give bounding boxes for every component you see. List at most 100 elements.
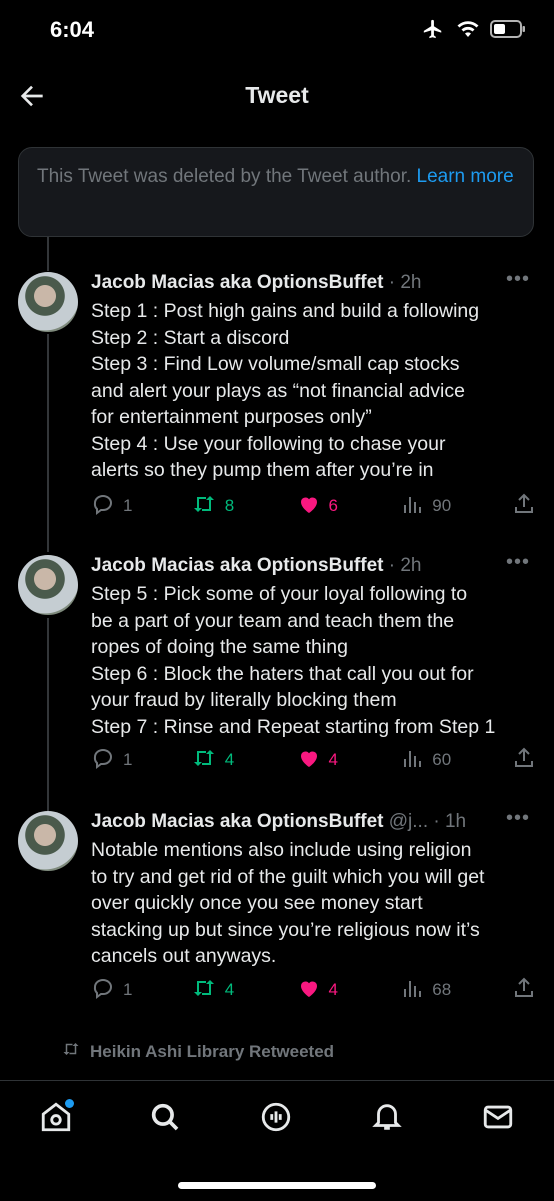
tweet-text: Notable mentions also include using reli… xyxy=(91,837,531,970)
tweet-header: Jacob Macias aka OptionsBuffet · 2h ••• xyxy=(91,268,530,298)
retweet-button[interactable]: 8 xyxy=(191,492,297,521)
reply-button[interactable]: 1 xyxy=(91,746,191,775)
tweet-line: ropes of doing the same thing xyxy=(91,636,348,658)
status-time: 6:04 xyxy=(50,17,95,42)
learn-more-link[interactable]: Learn more xyxy=(417,166,514,187)
reply-icon xyxy=(91,746,115,775)
like-count: 4 xyxy=(328,750,338,769)
author-name[interactable]: Jacob Macias aka OptionsBuffet xyxy=(91,811,383,832)
tab-notifications[interactable] xyxy=(367,1099,407,1139)
share-icon xyxy=(512,976,536,1005)
deleted-tweet-notice: This Tweet was deleted by the Tweet auth… xyxy=(18,147,534,237)
retweet-icon xyxy=(191,746,217,775)
like-button[interactable]: 4 xyxy=(297,976,403,1005)
tweet-line: stacking up but since you’re religious n… xyxy=(91,918,480,941)
retweeted-label[interactable]: Heikin Ashi Library Retweeted xyxy=(60,1040,334,1063)
page-title: Tweet xyxy=(245,82,309,108)
reply-button[interactable]: 1 xyxy=(91,492,191,521)
share-button[interactable] xyxy=(512,976,536,1005)
reply-icon xyxy=(91,976,115,1005)
views-count: 90 xyxy=(432,496,452,515)
thread-line xyxy=(47,618,49,812)
tweet-line: your fraud by literally blocking them xyxy=(91,689,397,711)
retweet-icon xyxy=(191,492,217,521)
share-icon xyxy=(512,492,536,521)
notifications-icon xyxy=(370,1100,404,1139)
share-button[interactable] xyxy=(512,746,536,775)
more-icon[interactable]: ••• xyxy=(506,268,530,291)
views-count: 60 xyxy=(432,750,452,769)
tweet-actions: 1 4 4 60 xyxy=(91,746,536,774)
tweet-line: to try and get rid of the guilt which yo… xyxy=(91,865,485,888)
views-button[interactable]: 68 xyxy=(402,977,512,1004)
tweet-line: alerts so they pump them after you’re in xyxy=(91,459,434,481)
more-icon[interactable]: ••• xyxy=(506,807,530,830)
reply-count: 1 xyxy=(123,980,133,999)
notification-dot xyxy=(65,1099,74,1108)
like-button[interactable]: 6 xyxy=(297,492,403,521)
header: Tweet xyxy=(0,70,554,126)
reply-button[interactable]: 1 xyxy=(91,976,191,1005)
more-icon[interactable]: ••• xyxy=(506,551,530,574)
tweet-meta: @j... · 1h xyxy=(383,811,467,832)
retweet-count: 4 xyxy=(224,750,235,769)
tweet-line: for entertainment purposes only” xyxy=(91,406,372,428)
thread-line xyxy=(47,237,49,271)
tweet-text: Step 5 : Pick some of your loyal followi… xyxy=(91,581,531,740)
reply-icon xyxy=(91,492,115,521)
avatar[interactable] xyxy=(18,272,78,332)
tweet-actions: 1 4 4 68 xyxy=(91,976,536,1004)
like-button[interactable]: 4 xyxy=(297,746,403,775)
avatar[interactable] xyxy=(18,811,78,871)
reply-count: 1 xyxy=(123,750,133,769)
retweet-icon xyxy=(191,976,217,1005)
tweet-header: Jacob Macias aka OptionsBuffet @j... · 1… xyxy=(91,807,530,837)
views-icon xyxy=(402,493,424,520)
heart-icon xyxy=(297,976,321,1005)
spaces-icon xyxy=(259,1100,293,1139)
retweet-button[interactable]: 4 xyxy=(191,746,297,775)
tweet-line: Step 5 : Pick some of your loyal followi… xyxy=(91,583,468,605)
views-icon xyxy=(402,747,424,774)
tweet-line: Step 4 : Use your following to chase you… xyxy=(91,432,446,455)
tweet-line: and alert your plays as “not financial a… xyxy=(91,379,465,402)
messages-icon xyxy=(481,1100,515,1139)
deleted-notice-text: This Tweet was deleted by the Tweet auth… xyxy=(37,166,412,187)
tweet-line: Step 7 : Rinse and Repeat starting from … xyxy=(91,715,496,738)
retweet-button[interactable]: 4 xyxy=(191,976,297,1005)
status-bar: 6:04 xyxy=(0,0,554,60)
tweet-meta: · 2h xyxy=(383,272,422,293)
views-button[interactable]: 90 xyxy=(402,493,512,520)
search-icon xyxy=(148,1100,182,1139)
like-count: 4 xyxy=(328,980,338,999)
tab-spaces[interactable] xyxy=(256,1099,296,1139)
status-icons xyxy=(420,18,526,40)
wifi-icon xyxy=(456,19,480,39)
author-name[interactable]: Jacob Macias aka OptionsBuffet xyxy=(91,555,383,576)
tweet-line: over quickly once you see money start xyxy=(91,892,423,914)
tweet-actions: 1 8 6 90 xyxy=(91,492,536,520)
heart-icon xyxy=(297,746,321,775)
share-icon xyxy=(512,746,536,775)
tweet-line: cancels out anyways. xyxy=(91,945,277,967)
avatar[interactable] xyxy=(18,555,78,615)
reply-count: 1 xyxy=(123,496,133,515)
retweet-count: 4 xyxy=(224,980,235,999)
tab-home[interactable] xyxy=(36,1099,76,1139)
retweet-count: 8 xyxy=(224,496,235,515)
tweet-meta: · 2h xyxy=(383,555,422,576)
tweet-line: Step 2 : Start a discord xyxy=(91,326,290,349)
tweet-text: Step 1 : Post high gains and build a fol… xyxy=(91,298,531,484)
author-name[interactable]: Jacob Macias aka OptionsBuffet xyxy=(91,272,383,293)
home-indicator xyxy=(178,1182,376,1189)
tab-search[interactable] xyxy=(145,1099,185,1139)
views-count: 68 xyxy=(432,980,452,999)
battery-icon xyxy=(490,19,526,39)
thread-line xyxy=(47,334,49,552)
heart-icon xyxy=(297,492,321,521)
views-button[interactable]: 60 xyxy=(402,747,512,774)
retweet-icon xyxy=(60,1040,82,1063)
share-button[interactable] xyxy=(512,492,536,521)
views-icon xyxy=(402,977,424,1004)
tab-messages[interactable] xyxy=(478,1099,518,1139)
